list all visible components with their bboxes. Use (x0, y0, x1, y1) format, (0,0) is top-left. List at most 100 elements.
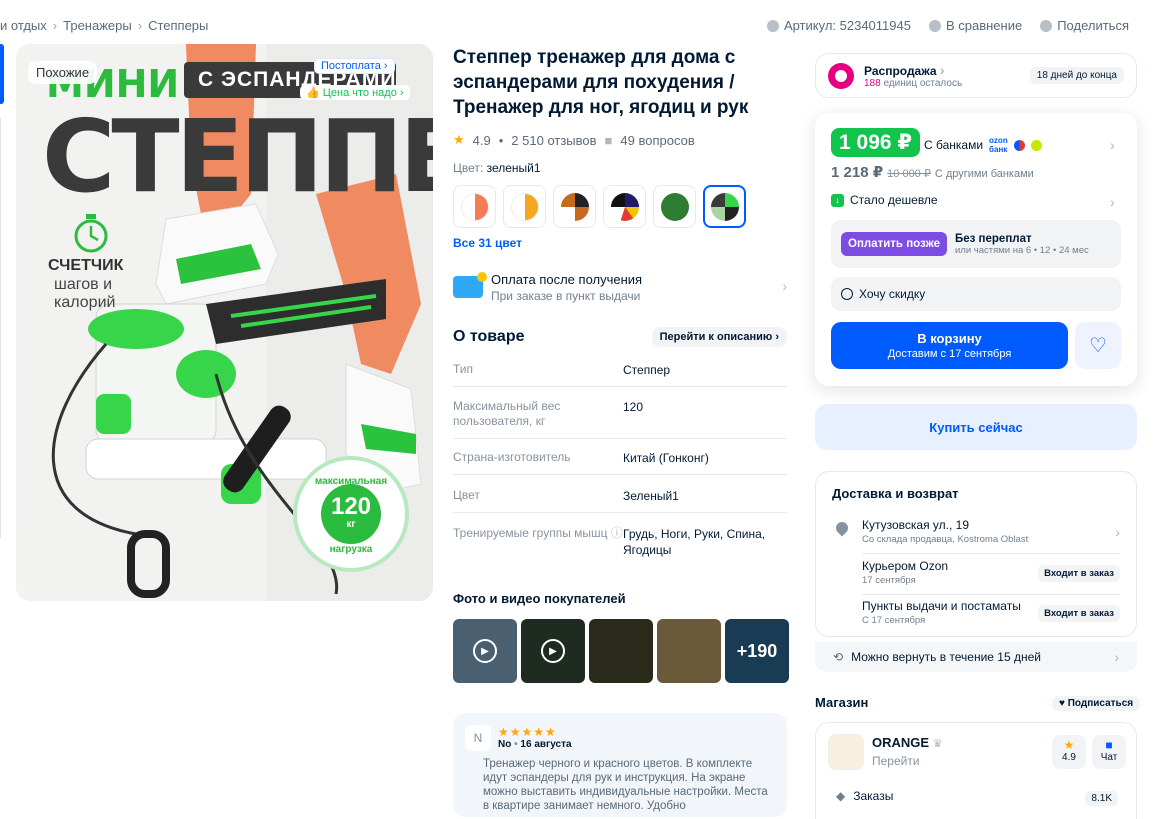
reviews-count[interactable]: 2 510 отзывов (511, 133, 596, 148)
rating-row[interactable]: ★ 4.9 • 2 510 отзывов ■ 49 вопросов (453, 132, 695, 148)
ozon-bank-icon: ozon банк (989, 136, 1008, 154)
shop-card: ORANGE ♛ Перейти ★ 4.9 ■ Чат ◆ Заказы 8.1K (815, 722, 1137, 819)
heart-icon[interactable]: ♡ (1075, 322, 1121, 369)
shop-heading: Магазин (815, 695, 869, 710)
compare-icon (928, 20, 941, 32)
play-icon: ▶ (473, 639, 497, 663)
image-text-max: максимальная (314, 476, 388, 487)
chevron-right-icon: › (1110, 137, 1115, 153)
card-icon (453, 272, 487, 298)
product-image[interactable]: МИНИ С ЭСПАНДЕРАМИ СТЕППЕР СЧЕТЧИК шагов… (16, 44, 433, 601)
avatar: N (465, 725, 491, 751)
photo-thumb[interactable] (589, 619, 653, 683)
spec-row: Страна-изготовитель Китай (Гонконг) (453, 442, 787, 475)
delivery-pickup[interactable]: Пункты выдачи и постаматы С 17 сентября В… (862, 599, 1120, 626)
price-dropped[interactable]: ↓ Стало дешевле (831, 193, 938, 207)
image-text-stepper: СТЕППЕР (42, 98, 433, 215)
bank-icon (1030, 139, 1042, 151)
all-colors-link[interactable]: Все 31 цвет (453, 236, 522, 250)
pay-later-button[interactable]: Оплатить позже (841, 232, 947, 256)
shop-rating[interactable]: ★ 4.9 (1052, 735, 1086, 769)
color-label: Цвет: зеленый1 (453, 161, 541, 175)
star-icon: ★ (453, 132, 465, 147)
color-swatch[interactable] (453, 185, 496, 228)
want-discount-button[interactable]: Хочу скидку (831, 277, 1121, 311)
similar-button[interactable]: Похожие (28, 61, 98, 84)
color-swatch[interactable] (553, 185, 596, 228)
pay-later-block[interactable]: Оплатить позже Без переплат или частями н… (831, 220, 1121, 268)
postpay-badge[interactable]: Постоплата › (314, 58, 395, 74)
color-swatch-selected[interactable] (703, 185, 746, 228)
shop-name[interactable]: ORANGE ♛ (872, 735, 943, 750)
play-icon: ▶ (541, 639, 565, 663)
breadcrumb: и отдых › Тренажеры › Степперы (0, 18, 209, 33)
about-header: О товаре Перейти к описанию › (453, 327, 787, 347)
shop-orders-count: 8.1K (1085, 791, 1118, 806)
buy-now-button[interactable]: Купить сейчас (815, 404, 1137, 450)
photo-thumb-more[interactable]: +190 (725, 619, 789, 683)
image-text-counter-sub: шагов и калорий (54, 276, 116, 311)
image-text-counter: СЧЕТЧИК (48, 257, 124, 274)
photo-thumb[interactable]: ▶ (521, 619, 585, 683)
review-card[interactable]: N ★★★★★ No • 16 августа Тренажер черного… (453, 713, 787, 817)
return-policy[interactable]: ⟲ Можно вернуть в течение 15 дней › (815, 642, 1137, 672)
photo-thumb[interactable] (657, 619, 721, 683)
info-icon[interactable]: ⓘ (611, 526, 623, 540)
card-price[interactable]: 1 096 ₽ (831, 128, 920, 157)
delivery-address[interactable]: Кутузовская ул., 19 Со склада продавца, K… (862, 518, 1120, 554)
delivery-heading: Доставка и возврат (832, 486, 959, 501)
good-price-badge[interactable]: 👍 Цена что надо › (300, 85, 410, 100)
product-title: Степпер тренажер для дома с эспандерами … (453, 47, 749, 118)
gallery-thumb-active[interactable] (0, 44, 4, 104)
chevron-right-icon: › (1110, 194, 1115, 210)
gallery-thumbs (0, 118, 4, 538)
image-text-kg: кг (346, 519, 356, 530)
spec-row: Максимальный вес пользователя, кг 120 (453, 391, 787, 439)
review-stars: ★★★★★ (498, 725, 557, 739)
photo-thumb[interactable]: ▶ (453, 619, 517, 683)
share-button[interactable]: Поделиться (1040, 18, 1129, 33)
add-to-cart-button[interactable]: В корзину Доставим с 17 сентября (831, 322, 1068, 369)
go-to-description-button[interactable]: Перейти к описанию › (651, 327, 787, 347)
spec-row: Цвет Зеленый1 (453, 480, 787, 513)
box-icon: ◆ (836, 789, 846, 803)
shop-orders: ◆ Заказы (836, 789, 894, 803)
color-swatch[interactable] (603, 185, 646, 228)
bank-icon (1013, 139, 1025, 151)
chat-icon: ■ (1105, 738, 1113, 752)
color-swatch[interactable] (653, 185, 696, 228)
sale-days: 18 дней до конца (1029, 67, 1124, 84)
delivery-courier[interactable]: Курьером Ozon 17 сентября Входит в заказ (862, 559, 1120, 595)
image-text-120: 120 (330, 493, 372, 520)
share-icon (1040, 20, 1053, 32)
with-banks[interactable]: С банками ozon банк (924, 136, 1042, 154)
sale-icon (828, 62, 854, 89)
compare-button[interactable]: В сравнение (928, 18, 1022, 33)
subscribe-button[interactable]: ♥ Подписаться (1052, 696, 1141, 711)
shop-logo[interactable] (828, 734, 864, 770)
location-icon (833, 519, 851, 537)
other-price: 1 218 ₽10 000 ₽ С другими банками (831, 164, 1034, 181)
breadcrumb-item[interactable]: Степперы (148, 18, 208, 33)
shop-link[interactable]: Перейти (872, 754, 920, 768)
breadcrumb-item[interactable]: Тренажеры (63, 18, 132, 33)
postpay-info[interactable]: Оплата после получения При заказе в пункт… (453, 272, 787, 303)
image-text-load: нагрузка (329, 544, 373, 555)
review-text: Тренажер черного и красного цветов. В ко… (483, 758, 768, 812)
article-label[interactable]: Артикул: 5234011945 (766, 18, 911, 33)
customer-photos-heading: Фото и видео покупателей (453, 591, 626, 606)
color-swatches (453, 185, 746, 228)
questions-count[interactable]: 49 вопросов (620, 133, 694, 148)
return-icon: ⟲ (833, 650, 844, 664)
breadcrumb-item[interactable]: и отдых (0, 18, 47, 33)
spec-row: Тип Степпер (453, 354, 787, 387)
delivery-card: Доставка и возврат Кутузовская ул., 19 Со… (815, 471, 1137, 637)
chevron-right-icon: › (782, 278, 787, 294)
review-author: No • 16 августа (498, 739, 572, 750)
color-swatch[interactable] (503, 185, 546, 228)
sale-banner[interactable]: Распродажа › 188 единиц осталось 18 дней… (815, 53, 1137, 98)
shop-chat-button[interactable]: ■ Чат (1092, 735, 1126, 769)
heart-icon: ♥ (1059, 698, 1065, 709)
customer-photos: ▶ ▶ +190 (453, 619, 789, 683)
thumb-up-icon: 👍 (306, 87, 320, 99)
